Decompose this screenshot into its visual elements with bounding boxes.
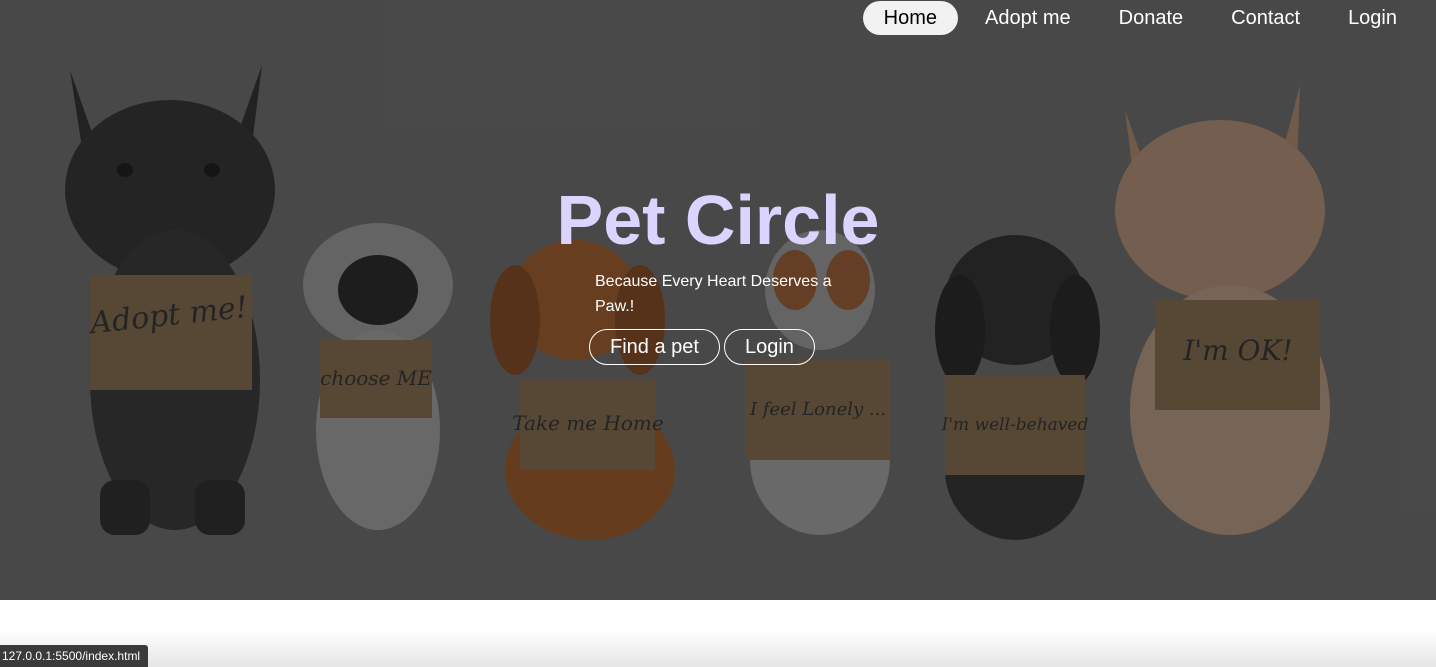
sign-text: Take me Home: [512, 411, 663, 435]
find-a-pet-button[interactable]: Find a pet: [589, 329, 720, 365]
top-navigation: Home Adopt me Donate Contact Login: [862, 0, 1418, 36]
sign-text: choose ME: [320, 366, 432, 390]
nav-donate[interactable]: Donate: [1098, 1, 1205, 35]
dog-dark-dachshund: I'm well-behaved: [935, 235, 1100, 540]
dog-pug: choose ME: [303, 223, 453, 530]
browser-status-url: 127.0.0.1:5500/index.html: [0, 645, 149, 667]
sign-text: I'm well-behaved: [941, 415, 1089, 435]
dog-black-bulldog: Adopt me!: [65, 65, 275, 535]
nav-home[interactable]: Home: [862, 1, 959, 35]
nav-adopt-me[interactable]: Adopt me: [964, 1, 1092, 35]
page-title: Pet Circle: [556, 181, 880, 259]
page-body: [0, 600, 1436, 667]
hero-actions: Find a pet Login: [589, 329, 815, 365]
dog-fawn-bulldog: I'm OK!: [1115, 85, 1330, 535]
sign-text: I'm OK!: [1182, 334, 1292, 367]
login-button[interactable]: Login: [723, 329, 815, 365]
sign-text: I feel Lonely ...: [749, 399, 886, 420]
nav-contact[interactable]: Contact: [1210, 1, 1321, 35]
hero-section: Adopt me! choose ME Take me Home I feel: [0, 0, 1436, 600]
nav-login[interactable]: Login: [1327, 1, 1418, 35]
hero-tagline: Because Every Heart Deserves a Paw.!: [595, 273, 832, 315]
